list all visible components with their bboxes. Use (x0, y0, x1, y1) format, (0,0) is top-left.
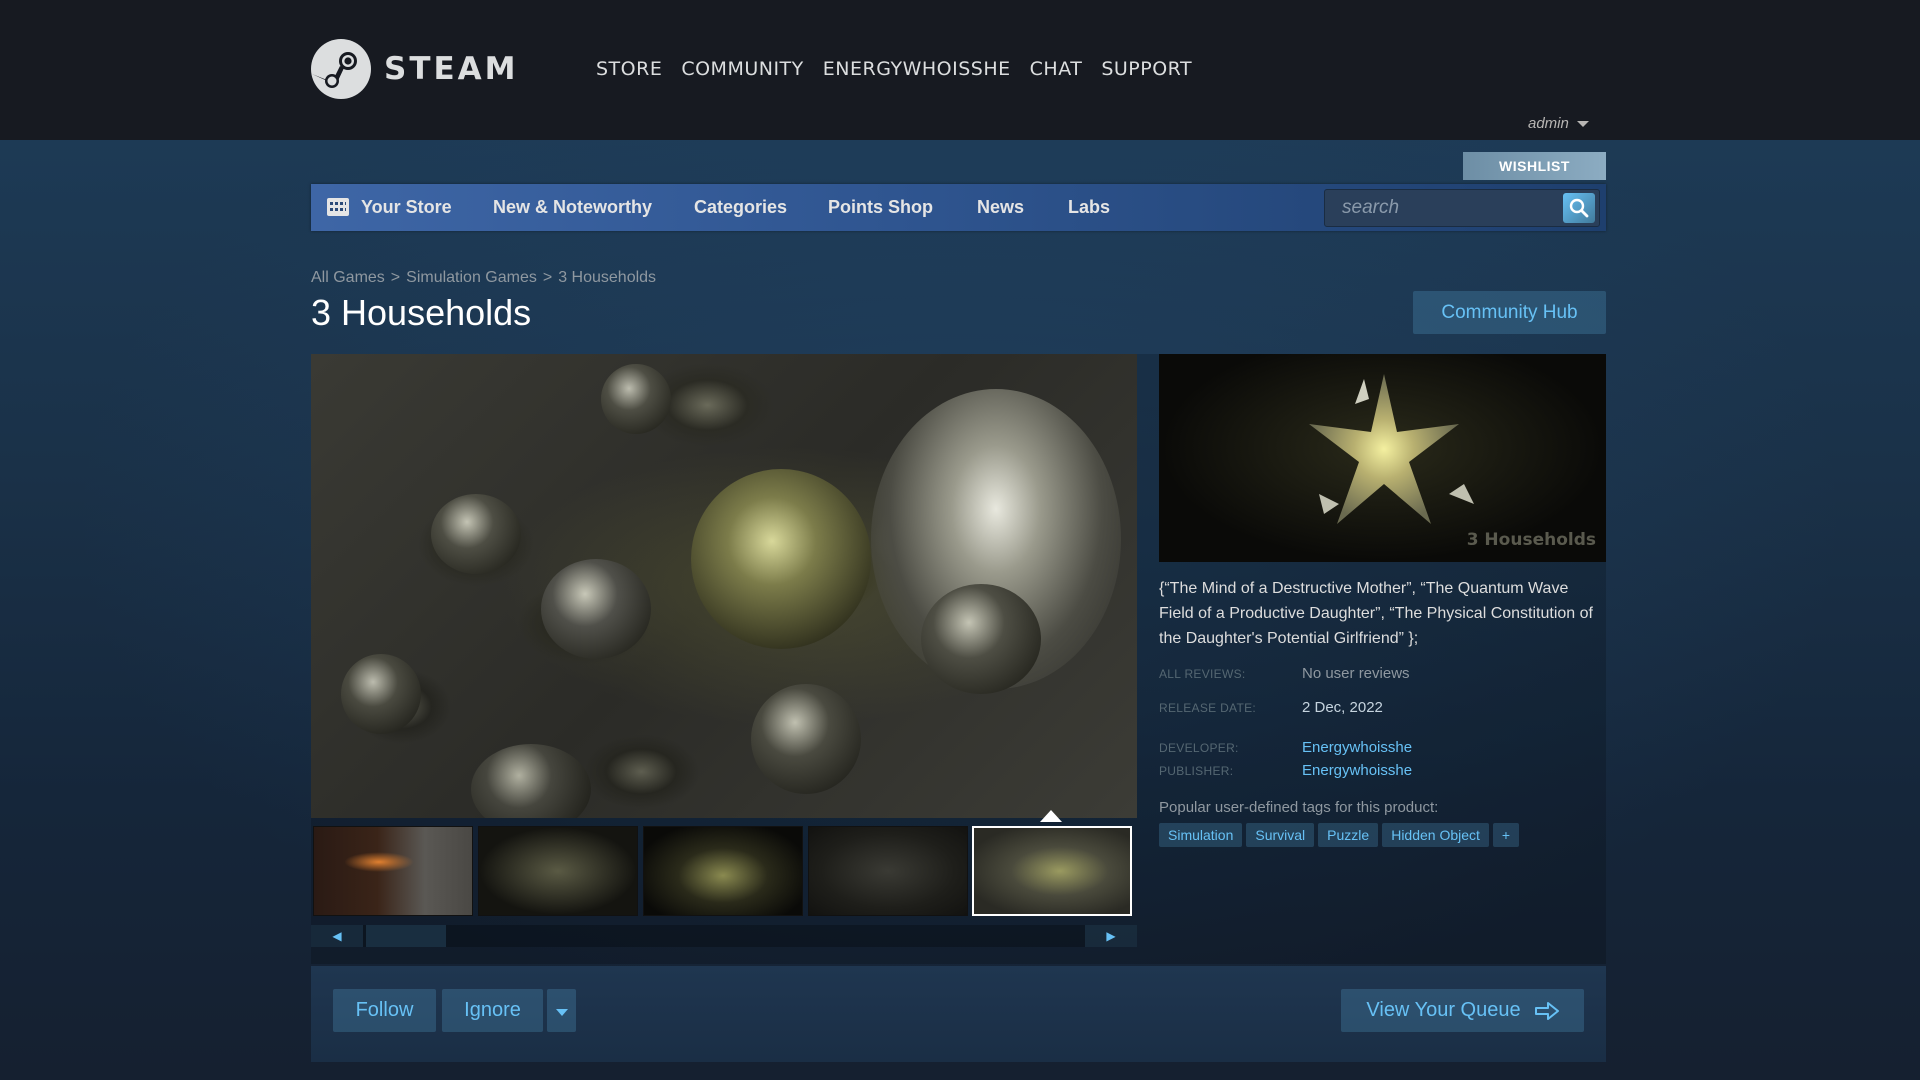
view-queue-label: View Your Queue (1366, 999, 1521, 1021)
screenshot-blob (431, 494, 521, 574)
release-date-value: 2 Dec, 2022 (1302, 699, 1383, 716)
scroll-right-arrow-icon[interactable]: ▶ (1085, 925, 1137, 947)
search-input[interactable] (1325, 190, 1555, 226)
store-nav-your-store[interactable]: Your Store (361, 197, 452, 218)
nav-profile[interactable]: ENERGYWHOISSHE (823, 58, 1011, 80)
add-tag-button[interactable]: + (1492, 823, 1520, 847)
capsule-image: 3 Households (1159, 354, 1606, 562)
thumbnail-selection-marker (1040, 810, 1062, 822)
arrow-right-icon (1534, 1001, 1559, 1020)
search-button[interactable] (1563, 193, 1595, 223)
game-description: {“The Mind of a Destructive Mother”, “Th… (1159, 580, 1593, 647)
scrollbar-handle[interactable] (366, 925, 446, 947)
reviews-label: ALL REVIEWS: (1159, 667, 1246, 681)
ignore-button[interactable]: Ignore (442, 989, 543, 1032)
store-nav-categories[interactable]: Categories (694, 197, 787, 218)
search-box (1324, 189, 1600, 227)
developer-link[interactable]: Energywhoisshe (1302, 739, 1412, 756)
breadcrumb-all-games[interactable]: All Games (311, 269, 385, 287)
page-title: 3 Households (311, 292, 532, 333)
store-nav-points-shop[interactable]: Points Shop (828, 197, 933, 218)
view-queue-button[interactable]: View Your Queue (1341, 989, 1584, 1032)
nav-store[interactable]: STORE (596, 58, 662, 80)
capsule-watermark: 3 Households (1466, 530, 1596, 550)
tag-puzzle[interactable]: Puzzle (1318, 823, 1379, 847)
nav-support[interactable]: SUPPORT (1101, 58, 1192, 80)
steam-logo[interactable]: STEAM (310, 38, 519, 100)
screenshot-blob (341, 654, 421, 734)
screenshot-blob (541, 559, 651, 659)
screenshot-thumbnail-selected[interactable] (972, 826, 1132, 916)
steam-logo-icon (311, 39, 371, 99)
scroll-left-arrow-icon[interactable]: ◀ (311, 925, 363, 947)
breadcrumb-separator: > (542, 269, 553, 286)
screenshot-blob (921, 584, 1041, 694)
screenshot-thumbnail[interactable] (643, 826, 803, 916)
screenshot-blob (691, 469, 871, 649)
chevron-down-icon (1576, 120, 1589, 127)
ignore-dropdown-button[interactable] (547, 989, 576, 1032)
screenshot-thumbnail[interactable] (808, 826, 968, 916)
store-nav-news[interactable]: News (977, 197, 1024, 218)
global-header: STEAM STORE COMMUNITY ENERGYWHOISSHE CHA… (0, 0, 1920, 140)
follow-button[interactable]: Follow (333, 989, 436, 1032)
publisher-label: PUBLISHER: (1159, 764, 1234, 778)
chevron-down-icon (555, 1009, 568, 1016)
screenshot-blob (601, 364, 671, 434)
screenshot-thumbnail[interactable] (478, 826, 638, 916)
publisher-link[interactable]: Energywhoisshe (1302, 762, 1412, 779)
screenshot-blob (471, 744, 591, 818)
screenshot-blob (751, 684, 861, 794)
tag-survival[interactable]: Survival (1246, 823, 1315, 847)
wishlist-button[interactable]: WISHLIST (1463, 152, 1606, 180)
breadcrumb-current[interactable]: 3 Households (558, 269, 656, 287)
tag-list: Simulation Survival Puzzle Hidden Object… (1159, 823, 1520, 847)
breadcrumb: All Games > Simulation Games > 3 Househo… (311, 269, 656, 287)
store-icon (327, 198, 349, 216)
breadcrumb-separator: > (390, 269, 401, 286)
steam-wordmark: STEAM (384, 51, 519, 87)
account-name: admin (1528, 115, 1569, 132)
screenshot-thumbnail[interactable] (313, 826, 473, 916)
store-nav-labs[interactable]: Labs (1068, 197, 1110, 218)
main-screenshot[interactable] (311, 354, 1137, 818)
developer-label: DEVELOPER: (1159, 741, 1239, 755)
release-date-label: RELEASE DATE: (1159, 701, 1257, 715)
nav-community[interactable]: COMMUNITY (681, 58, 803, 80)
reviews-value: No user reviews (1302, 665, 1410, 682)
search-icon (1569, 198, 1589, 218)
account-menu[interactable]: admin (1528, 115, 1589, 132)
community-hub-button[interactable]: Community Hub (1413, 291, 1606, 334)
breadcrumb-simulation-games[interactable]: Simulation Games (406, 269, 537, 287)
store-nav-new-noteworthy[interactable]: New & Noteworthy (493, 197, 652, 218)
nav-chat[interactable]: CHAT (1030, 58, 1083, 80)
tag-hidden-object[interactable]: Hidden Object (1382, 823, 1489, 847)
main-nav: STORE COMMUNITY ENERGYWHOISSHE CHAT SUPP… (596, 58, 1211, 80)
tags-label: Popular user-defined tags for this produ… (1159, 799, 1439, 816)
tag-simulation[interactable]: Simulation (1159, 823, 1243, 847)
